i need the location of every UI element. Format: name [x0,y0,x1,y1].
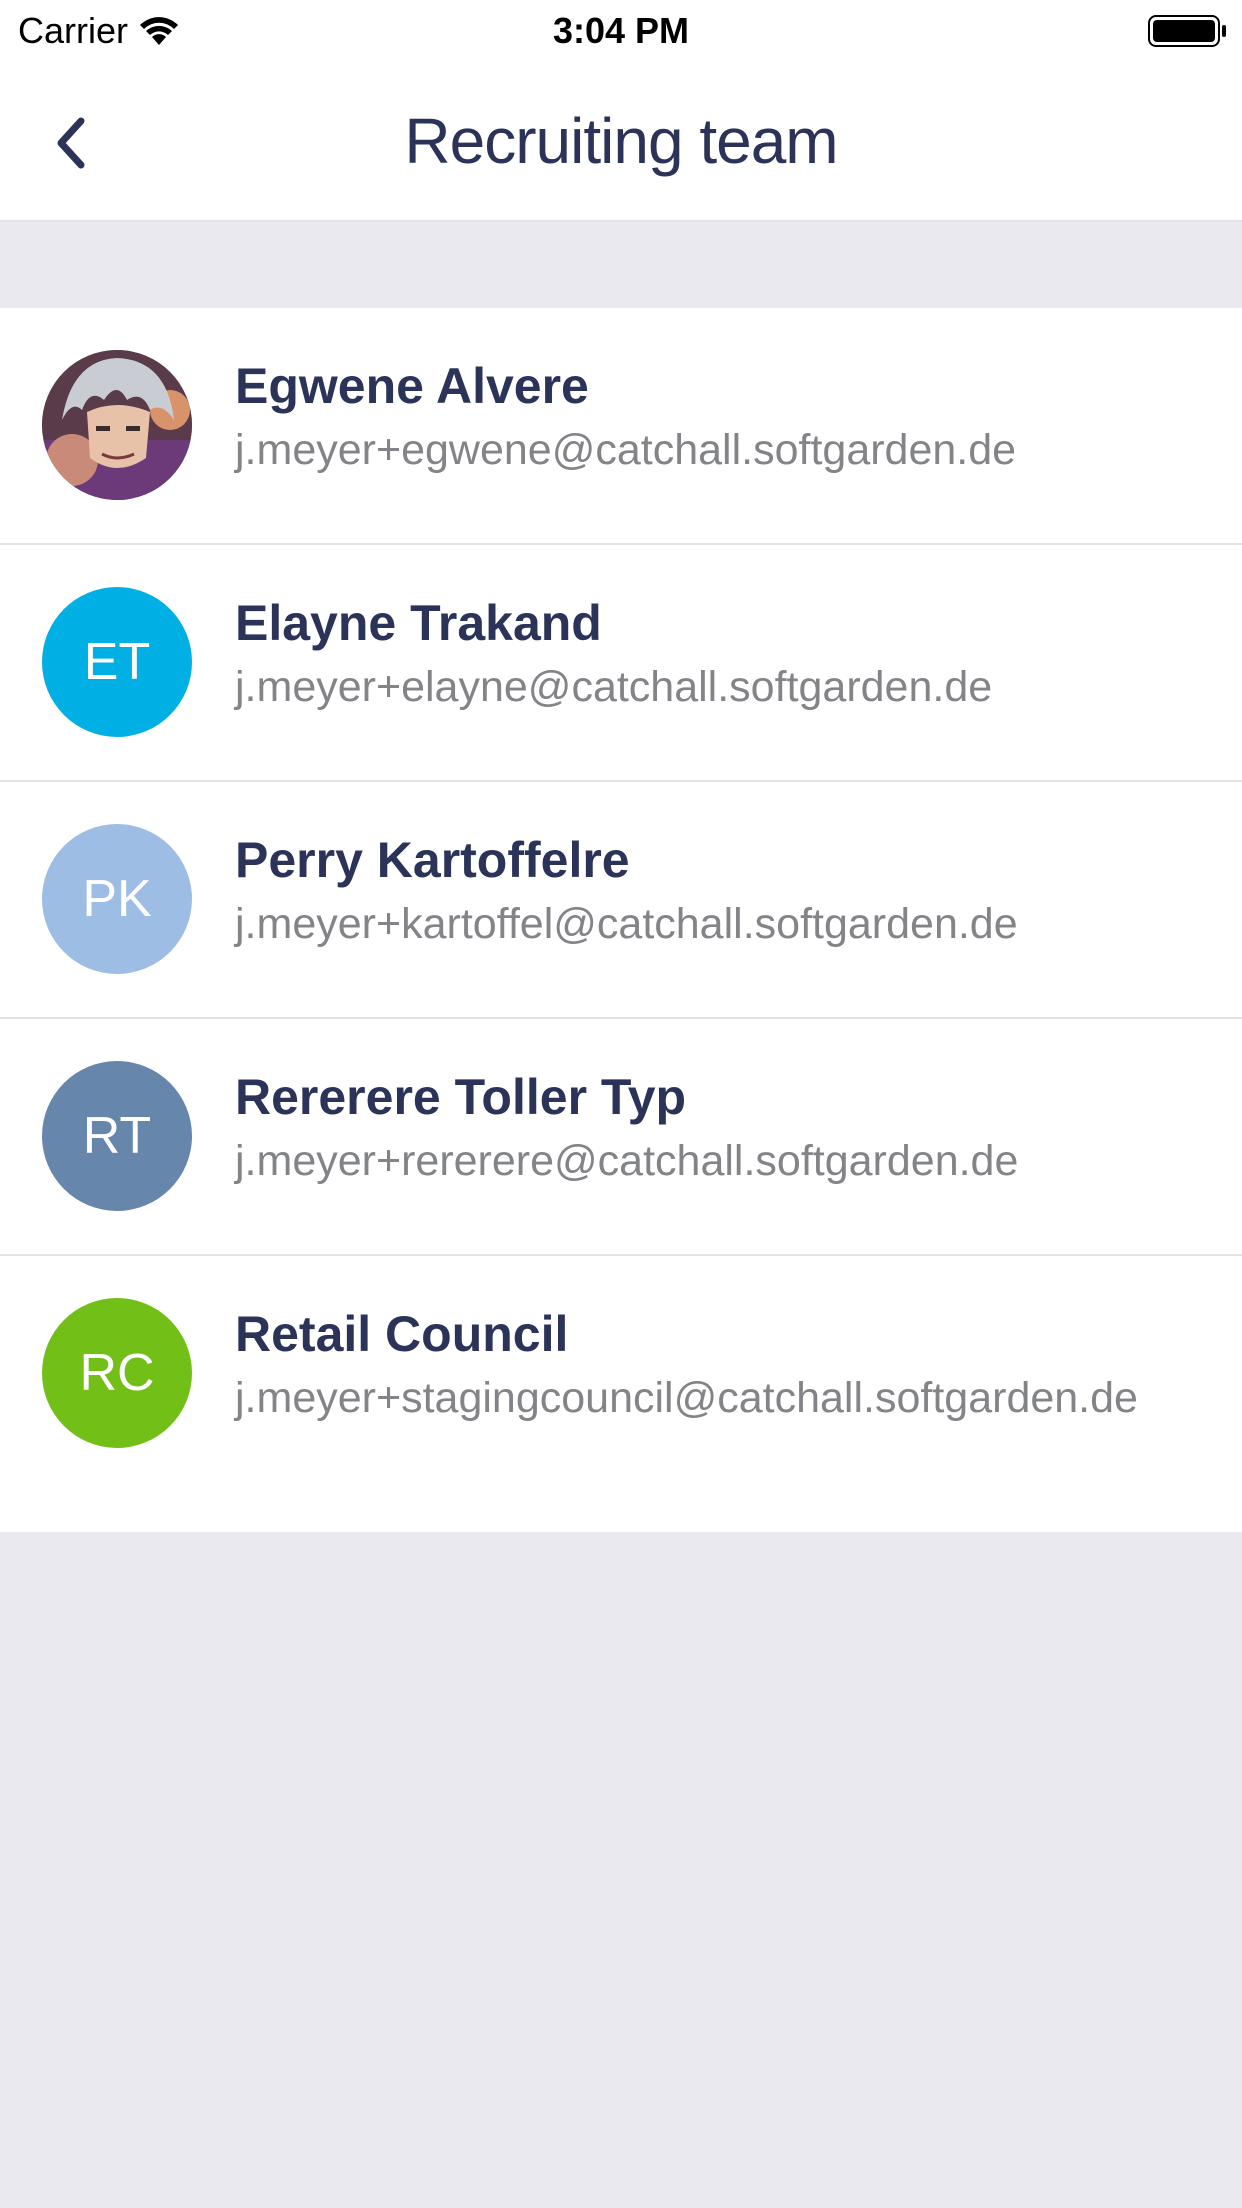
member-email: j.meyer+stagingcouncil@catchall.softgard… [235,1374,1138,1422]
avatar [42,350,192,500]
avatar: RT [42,1061,192,1211]
battery-icon [1148,15,1226,47]
avatar: ET [42,587,192,737]
avatar-photo [42,350,192,500]
avatar: PK [42,824,192,974]
list-item[interactable]: RT Rererere Toller Typ j.meyer+rererere@… [0,1019,1242,1256]
member-email: j.meyer+elayne@catchall.softgarden.de [235,663,993,711]
member-email: j.meyer+egwene@catchall.softgarden.de [235,426,1017,474]
team-member-list: Egwene Alvere j.meyer+egwene@catchall.so… [0,308,1242,1532]
member-name: Retail Council [235,1306,569,1362]
avatar-initials: RT [82,1107,152,1165]
member-email: j.meyer+kartoffel@catchall.softgarden.de [235,900,1018,948]
member-name: Elayne Trakand [235,595,602,651]
page-title: Recruiting team [404,105,838,177]
member-name: Perry Kartoffelre [235,832,630,888]
list-item[interactable]: RC Retail Council j.meyer+stagingcouncil… [0,1256,1242,1532]
member-email: j.meyer+rererere@catchall.softgarden.de [235,1137,1019,1185]
avatar-initials: RC [79,1344,155,1402]
avatar-initials: ET [83,633,151,691]
member-name: Rererere Toller Typ [235,1069,687,1125]
list-item[interactable]: ET Elayne Trakand j.meyer+elayne@catchal… [0,545,1242,782]
avatar-initials: PK [82,870,152,928]
navigation-bar: Recruiting team [0,62,1242,222]
status-time: 3:04 PM [552,10,690,51]
list-item[interactable]: Egwene Alvere j.meyer+egwene@catchall.so… [0,308,1242,545]
avatar: RC [42,1298,192,1448]
member-name: Egwene Alvere [235,358,589,414]
status-bar: Carrier 3:04 PM [0,0,1242,62]
list-item[interactable]: PK Perry Kartoffelre j.meyer+kartoffel@c… [0,782,1242,1019]
